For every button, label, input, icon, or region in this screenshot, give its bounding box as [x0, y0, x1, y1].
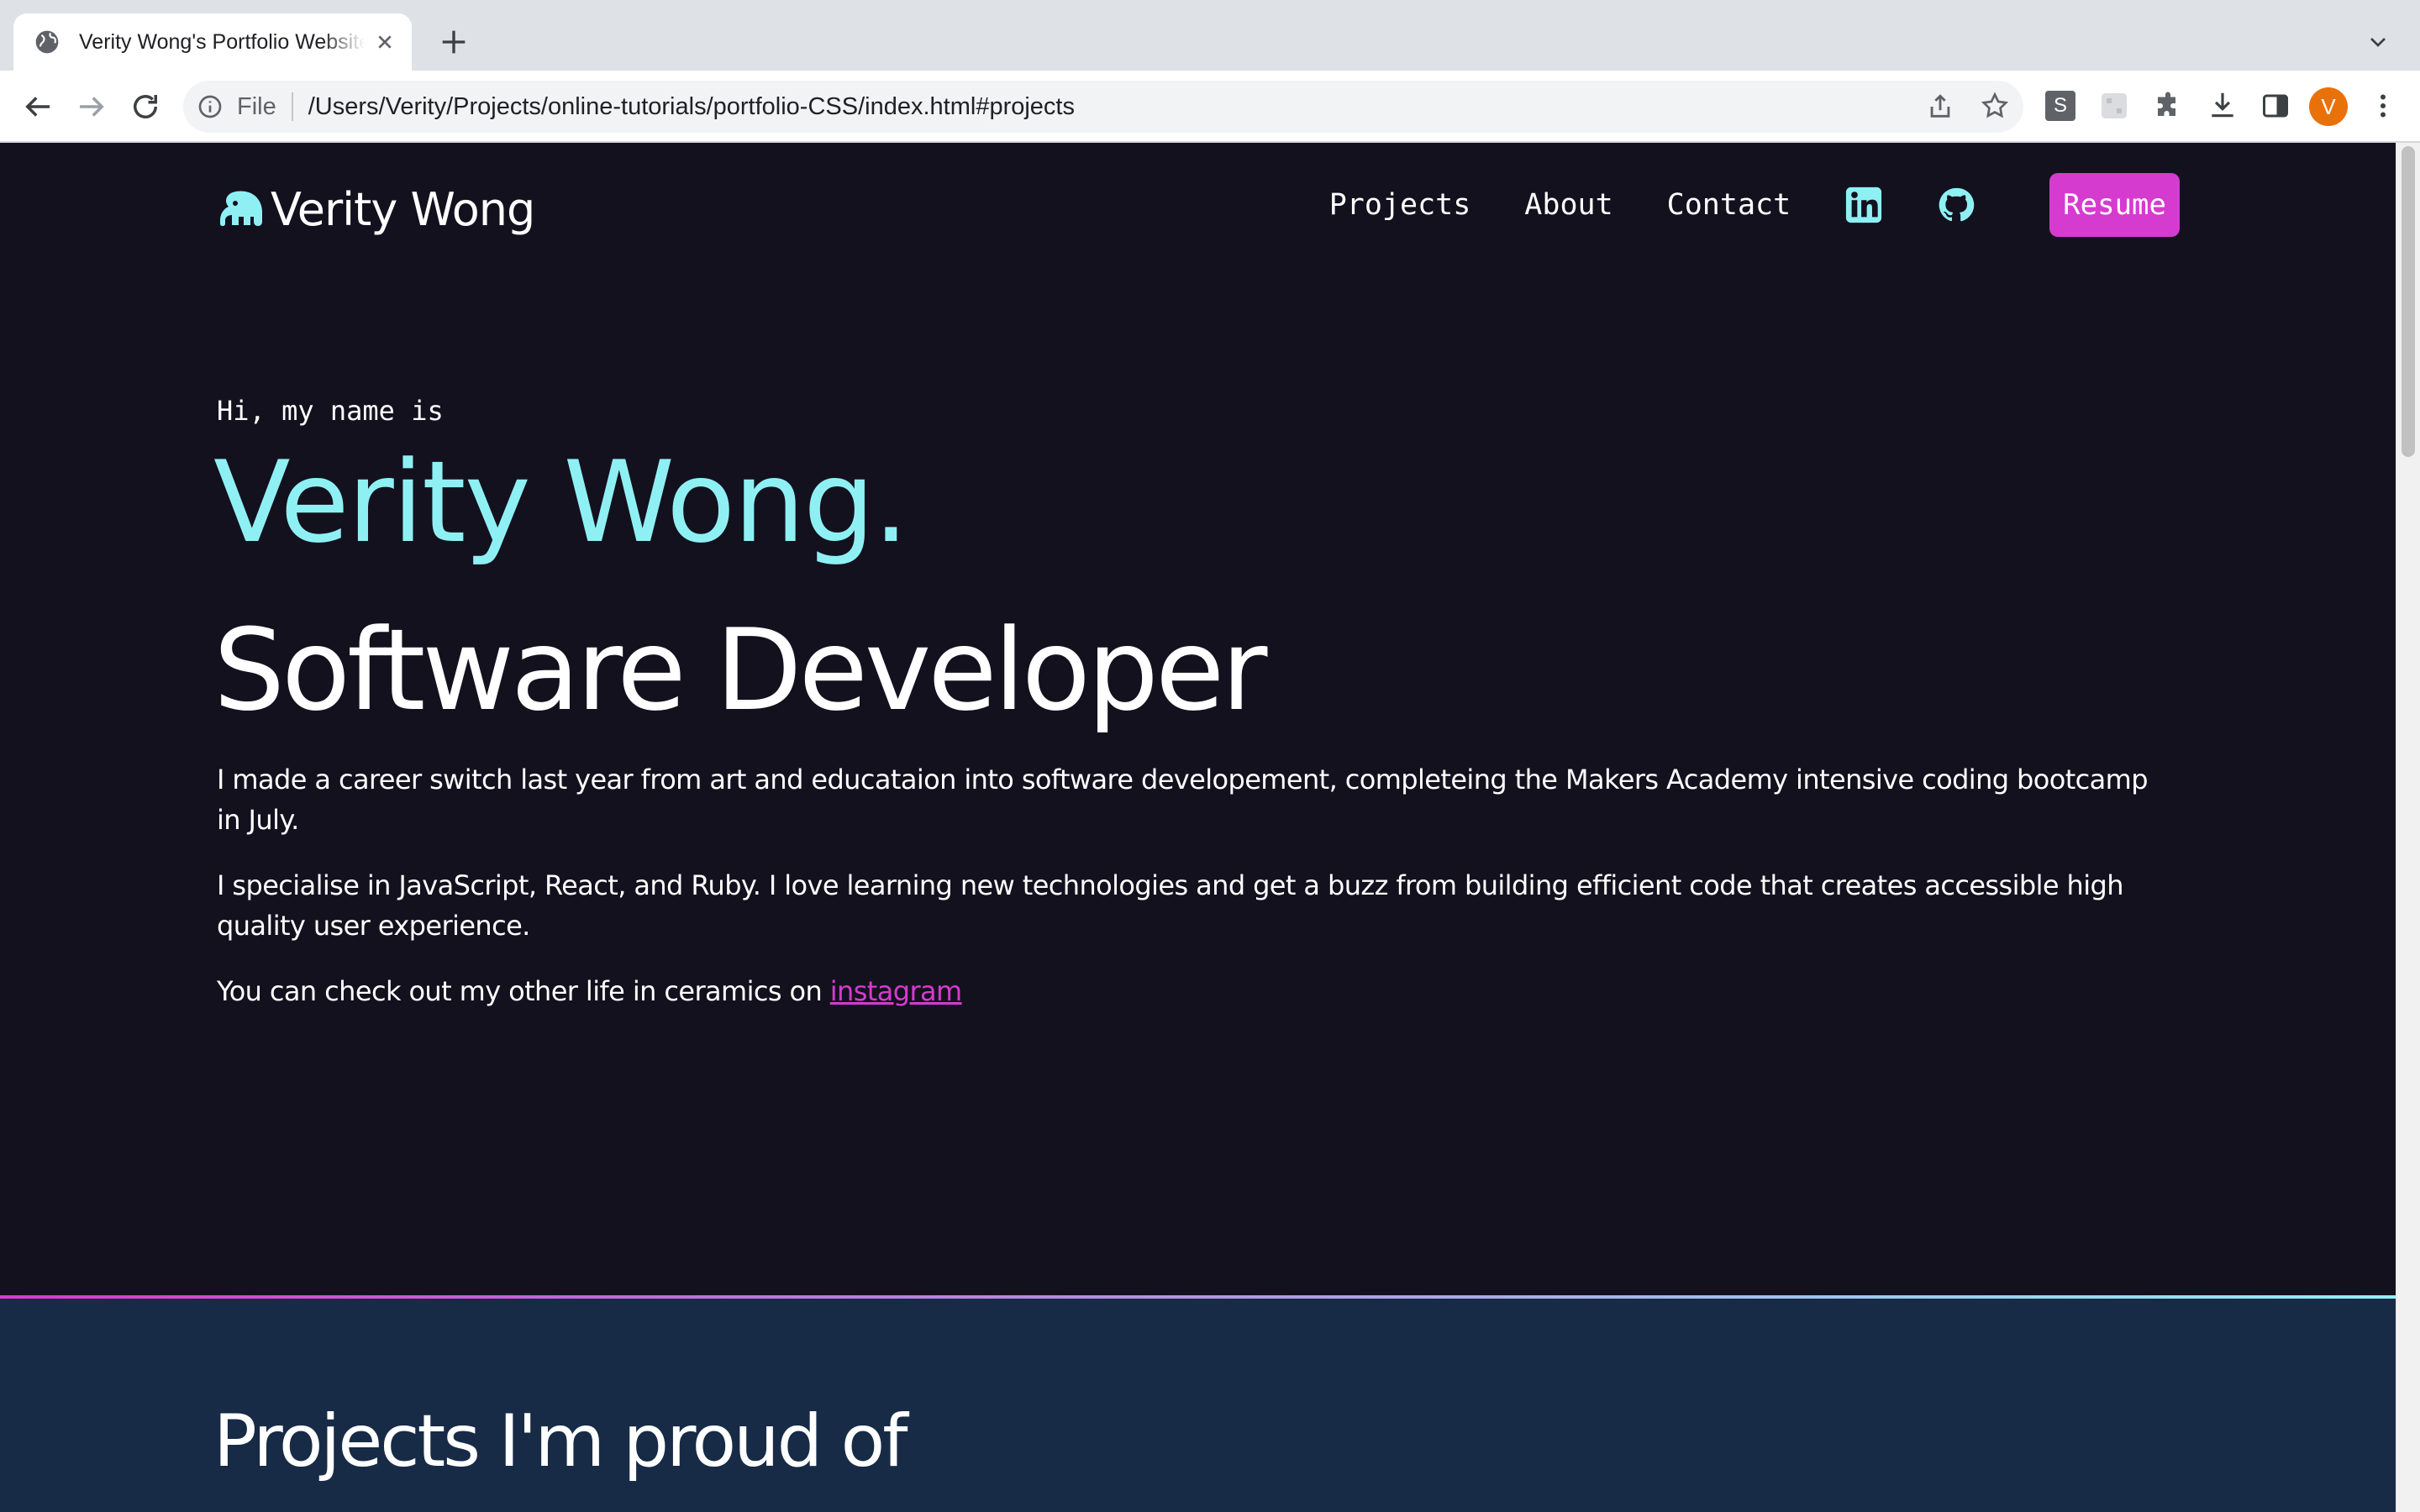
portfolio-site: Verity Wong Projects About Contact Resum…: [0, 143, 2396, 1512]
forward-arrow-icon[interactable]: [74, 89, 109, 124]
extension-s-icon[interactable]: S: [2045, 91, 2075, 121]
resume-button[interactable]: Resume: [2049, 173, 2180, 237]
hero-greeting: Hi, my name is: [217, 395, 444, 427]
extension-s-label: S: [2053, 94, 2067, 117]
reload-icon[interactable]: [128, 89, 163, 124]
bio-paragraph-3: You can check out my other life in ceram…: [217, 971, 2149, 1011]
elephant-logo-icon: [220, 191, 262, 226]
nav-link-about[interactable]: About: [1524, 188, 1612, 222]
linkedin-icon[interactable]: [1844, 186, 1883, 224]
tab-title: Verity Wong's Portfolio Website: [79, 29, 365, 54]
back-arrow-icon[interactable]: [20, 89, 55, 124]
browser-tab-strip: Verity Wong's Portfolio Website: [0, 0, 2420, 71]
side-panel-icon[interactable]: [2260, 91, 2291, 121]
bio-paragraph-3-text: You can check out my other life in ceram…: [217, 975, 830, 1007]
extension-grid-icon[interactable]: [2099, 91, 2129, 121]
chevron-down-icon[interactable]: [2365, 29, 2391, 55]
nav-link-projects[interactable]: Projects: [1329, 188, 1471, 222]
download-icon[interactable]: [2207, 89, 2238, 121]
logo-text: Verity Wong: [271, 183, 535, 236]
scrollbar-thumb[interactable]: [2402, 146, 2415, 457]
site-logo[interactable]: Verity Wong: [217, 183, 535, 236]
hero-section: Hi, my name is Verity Wong. Software Dev…: [213, 395, 2149, 1011]
page-scrollbar[interactable]: [2396, 143, 2420, 1512]
url-scheme-label: File: [237, 92, 276, 120]
github-icon[interactable]: [1937, 186, 1975, 224]
bookmark-star-icon[interactable]: [1980, 91, 2010, 121]
share-icon[interactable]: [1926, 92, 1954, 121]
kebab-menu-icon[interactable]: [2368, 91, 2398, 121]
close-icon[interactable]: [371, 29, 398, 55]
hero-name: Verity Wong.: [213, 437, 909, 568]
hero-role: Software Developer: [213, 605, 1267, 736]
new-tab-plus-icon[interactable]: [437, 25, 471, 59]
bio-paragraph-2: I specialise in JavaScript, React, and R…: [217, 869, 2124, 942]
browser-tab[interactable]: Verity Wong's Portfolio Website: [13, 13, 412, 71]
url-text[interactable]: /Users/Verity/Projects/online-tutorials/…: [308, 93, 1075, 121]
address-bar[interactable]: File /Users/Verity/Projects/online-tutor…: [183, 81, 2023, 133]
instagram-link[interactable]: instagram: [830, 975, 962, 1007]
profile-avatar[interactable]: V: [2309, 87, 2348, 126]
globe-icon: [35, 30, 59, 54]
url-separator: [291, 92, 293, 121]
nav-link-contact[interactable]: Contact: [1667, 188, 1791, 222]
site-navbar: Verity Wong Projects About Contact Resum…: [217, 173, 2180, 257]
nav-links: Projects About Contact Resume: [1276, 173, 2180, 237]
bio-paragraph-1: I made a career switch last year from ar…: [217, 764, 2149, 836]
page-viewport: Verity Wong Projects About Contact Resum…: [0, 143, 2420, 1512]
extensions-puzzle-icon[interactable]: [2153, 91, 2183, 121]
projects-heading: Projects I'm proud of: [213, 1399, 908, 1483]
info-icon[interactable]: [197, 93, 224, 120]
profile-initial: V: [2321, 93, 2336, 119]
projects-section: Projects I'm proud of: [0, 1299, 2396, 1512]
